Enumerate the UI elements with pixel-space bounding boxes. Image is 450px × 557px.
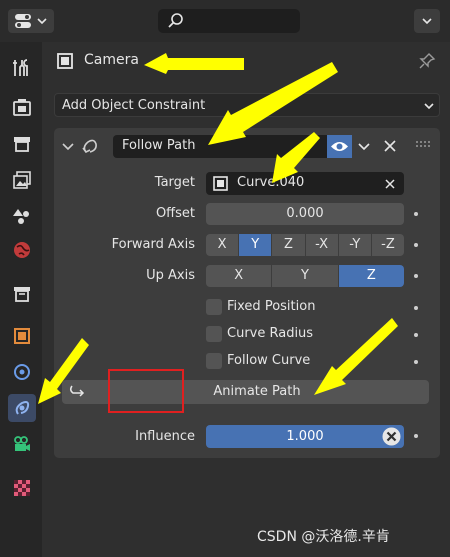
tab-collection[interactable] bbox=[8, 280, 36, 308]
follow-curve-label: Follow Curve bbox=[227, 353, 311, 368]
tab-tool[interactable] bbox=[8, 54, 36, 82]
search-icon bbox=[168, 13, 183, 28]
forward-axis-x[interactable]: X bbox=[206, 234, 240, 256]
pin-icon[interactable] bbox=[418, 52, 436, 70]
keyframe-dot[interactable] bbox=[414, 274, 418, 278]
object-data-camera-icon bbox=[14, 436, 30, 451]
keyframe-dot[interactable] bbox=[414, 212, 418, 216]
add-object-constraint-dropdown[interactable]: Add Object Constraint bbox=[54, 93, 440, 117]
target-value: Curve.040 bbox=[237, 175, 305, 190]
tab-modifier[interactable] bbox=[8, 358, 36, 386]
tab-view-layer[interactable] bbox=[8, 166, 36, 194]
tool-icon bbox=[13, 59, 28, 76]
chevron-down-icon bbox=[358, 143, 370, 151]
forward-axis-y[interactable]: Y bbox=[239, 234, 273, 256]
keyframe-dot[interactable] bbox=[414, 333, 418, 337]
object-icon bbox=[14, 328, 30, 344]
fixed-position-checkbox[interactable] bbox=[206, 299, 222, 315]
up-axis-x[interactable]: X bbox=[206, 265, 273, 287]
chevron-down-icon bbox=[424, 103, 434, 110]
curve-radius-checkbox[interactable] bbox=[206, 326, 222, 342]
header-options-dropdown[interactable] bbox=[414, 9, 440, 33]
disable-keep-transform-icon[interactable] bbox=[381, 426, 402, 447]
forward-axis-z[interactable]: Z bbox=[272, 234, 306, 256]
forward-axis-label: Forward Axis bbox=[111, 237, 195, 252]
view-layer-icon bbox=[13, 171, 31, 189]
output-icon bbox=[14, 137, 30, 152]
editor-type-button[interactable] bbox=[8, 9, 54, 33]
forward-axis-neg-x[interactable]: -X bbox=[305, 234, 339, 256]
render-icon bbox=[13, 99, 31, 116]
influence-label: Influence bbox=[135, 429, 195, 444]
tab-scene[interactable] bbox=[8, 202, 36, 230]
up-axis-y[interactable]: Y bbox=[272, 265, 339, 287]
tab-object-data[interactable] bbox=[8, 430, 36, 458]
follow-path-constraint-icon bbox=[82, 139, 97, 154]
offset-label: Offset bbox=[155, 206, 195, 221]
modifier-icon bbox=[14, 364, 30, 380]
chevron-down-icon bbox=[422, 18, 432, 25]
tab-world[interactable] bbox=[8, 236, 36, 264]
curve-radius-label: Curve Radius bbox=[227, 326, 314, 341]
constraint-icon bbox=[15, 401, 30, 415]
drag-handle-icon[interactable] bbox=[414, 140, 432, 150]
eye-icon bbox=[331, 142, 348, 151]
clear-target-icon[interactable] bbox=[383, 177, 397, 191]
constraint-menu-dropdown[interactable] bbox=[352, 135, 376, 158]
forward-axis-selector: X Y Z -X -Y -Z bbox=[206, 234, 404, 256]
keyframe-dot[interactable] bbox=[414, 360, 418, 364]
up-axis-selector: X Y Z bbox=[206, 265, 404, 287]
tab-texture[interactable] bbox=[8, 474, 36, 502]
properties-editor-icon bbox=[15, 14, 47, 28]
up-axis-z[interactable]: Z bbox=[338, 265, 404, 287]
visibility-toggle[interactable] bbox=[327, 135, 352, 158]
keyframe-dot[interactable] bbox=[414, 243, 418, 247]
forward-axis-neg-y[interactable]: -Y bbox=[338, 234, 372, 256]
fixed-position-label: Fixed Position bbox=[227, 299, 316, 314]
add-object-constraint-label: Add Object Constraint bbox=[62, 98, 206, 113]
keyframe-dot[interactable] bbox=[414, 306, 418, 310]
offset-field[interactable]: 0.000 bbox=[206, 203, 404, 225]
object-name: Camera bbox=[84, 52, 139, 68]
search-input[interactable] bbox=[158, 9, 300, 33]
target-field[interactable]: Curve.040 bbox=[206, 172, 404, 195]
constraint-name-field[interactable]: Follow Path bbox=[113, 135, 327, 158]
watermark: CSDN @沃洛德.辛肯 bbox=[257, 529, 390, 545]
tab-render[interactable] bbox=[8, 94, 36, 122]
annotation-red-box bbox=[108, 369, 184, 413]
tab-object[interactable] bbox=[8, 322, 36, 350]
follow-curve-checkbox[interactable] bbox=[206, 353, 222, 369]
tab-output[interactable] bbox=[8, 130, 36, 158]
object-icon bbox=[213, 176, 228, 191]
close-icon[interactable] bbox=[381, 137, 399, 155]
collapse-chevron-icon[interactable] bbox=[60, 138, 76, 154]
up-axis-label: Up Axis bbox=[146, 268, 195, 283]
texture-icon bbox=[14, 480, 30, 496]
scene-icon bbox=[13, 209, 29, 224]
target-label: Target bbox=[154, 175, 195, 190]
tab-constraint[interactable] bbox=[8, 394, 36, 422]
constraint-name: Follow Path bbox=[122, 138, 196, 153]
object-icon bbox=[57, 53, 73, 69]
collection-icon bbox=[14, 287, 30, 302]
influence-slider[interactable]: 1.000 bbox=[206, 425, 404, 448]
world-icon bbox=[14, 242, 30, 258]
forward-axis-neg-z[interactable]: -Z bbox=[371, 234, 404, 256]
keyframe-dot[interactable] bbox=[414, 434, 418, 438]
